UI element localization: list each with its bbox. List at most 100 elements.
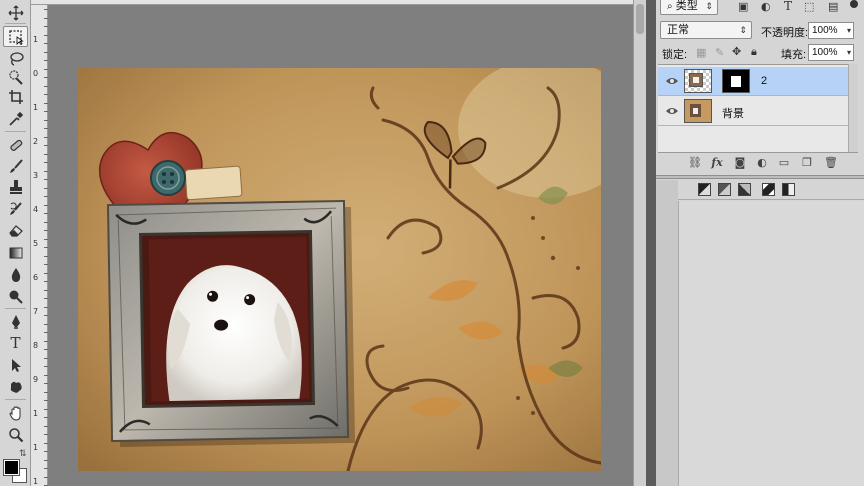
ruler-number: 2 xyxy=(33,137,39,146)
shape-filter-icon[interactable]: ⬚ xyxy=(804,0,814,13)
ruler-number: 9 xyxy=(33,375,39,384)
lock-label: 锁定: xyxy=(662,49,688,61)
fx-icon[interactable]: fx xyxy=(710,156,724,170)
quick-select-tool-icon[interactable] xyxy=(3,66,28,87)
eyedropper-tool-icon[interactable] xyxy=(3,108,28,129)
properties-panel xyxy=(678,201,864,486)
blur-tool-icon[interactable] xyxy=(3,264,28,285)
chain-link-icon[interactable] xyxy=(714,69,720,93)
eraser-tool-icon[interactable] xyxy=(3,219,28,240)
layer-thumbnail xyxy=(684,69,712,93)
chevron-down-icon: ▾ xyxy=(846,26,851,35)
lock-image-icon[interactable]: ✎ xyxy=(715,46,724,59)
gradient-tool-icon[interactable] xyxy=(3,242,28,263)
chevron-down-icon: ▾ xyxy=(846,48,851,57)
panel-divider[interactable] xyxy=(646,0,656,486)
type-tool-icon[interactable]: T xyxy=(3,332,28,353)
layer-name[interactable]: 背景 xyxy=(722,105,744,121)
exposure-icon[interactable] xyxy=(738,183,751,196)
trash-icon[interactable]: 🗑︎ xyxy=(824,156,838,170)
eye-icon[interactable] xyxy=(666,76,678,86)
hand-tool-icon[interactable] xyxy=(3,402,28,423)
eye-icon[interactable] xyxy=(666,106,678,116)
layer-thumbnail xyxy=(684,99,712,123)
healing-brush-tool-icon[interactable] xyxy=(3,134,28,155)
filter-search-icon: ⌕ xyxy=(667,1,676,12)
lock-transparent-icon[interactable]: ▦ xyxy=(696,46,706,59)
adjustment-layer-icon[interactable]: ◐ xyxy=(755,156,769,170)
vertical-ruler: 1 0 1 2 3 4 5 6 7 8 9 1 1 1 xyxy=(31,5,48,486)
layer-row-2[interactable]: 2 xyxy=(658,67,848,96)
fill-input[interactable]: 100% ▾ xyxy=(808,44,854,61)
scrapbook-artwork xyxy=(78,68,601,471)
tools-panel: T ⇅ xyxy=(0,0,31,486)
opacity-input[interactable]: 100% ▾ xyxy=(808,22,854,39)
document-canvas[interactable] xyxy=(78,68,601,471)
zoom-tool-icon[interactable] xyxy=(3,424,28,445)
opacity-label: 不透明度: xyxy=(761,27,809,39)
ruler-number: 1 xyxy=(33,477,39,486)
curves-icon[interactable] xyxy=(718,183,731,196)
panel-dock-strip xyxy=(656,180,678,486)
group-icon[interactable]: ▭ xyxy=(777,156,791,170)
foreground-color-swatch[interactable] xyxy=(3,459,20,476)
history-brush-tool-icon[interactable] xyxy=(3,198,28,219)
marquee-tool-icon[interactable] xyxy=(3,26,28,47)
ruler-number: 5 xyxy=(33,239,39,248)
scrollbar-thumb[interactable] xyxy=(636,4,644,34)
ruler-number: 3 xyxy=(33,171,39,180)
layer-mask-thumbnail[interactable] xyxy=(722,69,750,93)
vertical-scrollbar[interactable] xyxy=(633,0,646,486)
ruler-number: 6 xyxy=(33,273,39,282)
pen-tool-icon[interactable] xyxy=(3,311,28,332)
image-filter-icon[interactable]: ▣ xyxy=(738,0,748,13)
type-filter-icon[interactable]: T xyxy=(784,0,792,13)
chevron-down-icon: ⇕ xyxy=(739,25,747,35)
layers-list: 2 背景 xyxy=(658,64,858,152)
threshold-icon[interactable] xyxy=(782,183,795,196)
ruler-number: 1 xyxy=(33,443,39,452)
lock-all-icon[interactable]: 🔒︎ xyxy=(751,45,757,59)
adjustment-filter-icon[interactable]: ◐ xyxy=(761,0,771,13)
link-icon[interactable]: ⛓ xyxy=(688,156,702,170)
ruler-number: 1 xyxy=(33,409,39,418)
levels-icon[interactable] xyxy=(698,183,711,196)
path-select-tool-icon[interactable] xyxy=(3,354,28,375)
brush-tool-icon[interactable] xyxy=(3,155,28,176)
layers-panel: ⌕ 类型 ⇕ ▣ ◐ T ⬚ ▤ 正常 ⇕ 不透明度: 100% ▾ 锁定: ▦… xyxy=(656,0,864,486)
smart-object-filter-icon[interactable]: ▤ xyxy=(828,0,838,13)
layer-name[interactable]: 2 xyxy=(761,75,767,87)
crop-tool-icon[interactable] xyxy=(3,86,28,107)
panel-separator[interactable] xyxy=(656,175,864,179)
swap-colors-icon[interactable]: ⇅ xyxy=(19,448,27,459)
opacity-value: 100% xyxy=(812,25,838,36)
add-mask-icon[interactable]: ◙ xyxy=(733,156,747,170)
fill-value: 100% xyxy=(812,47,838,58)
ruler-number: 4 xyxy=(33,205,39,214)
layers-scrollbar[interactable] xyxy=(848,64,858,152)
blend-mode-select[interactable]: 正常 ⇕ xyxy=(660,21,752,39)
gradient-map-icon[interactable] xyxy=(762,183,775,196)
ruler-number: 1 xyxy=(33,103,39,112)
fill-label: 填充: xyxy=(781,49,807,61)
chevron-down-icon: ⇕ xyxy=(705,1,713,11)
ruler-number: 1 xyxy=(33,35,39,44)
shape-tool-icon[interactable] xyxy=(3,376,28,397)
ruler-number: 7 xyxy=(33,307,39,316)
ruler-number: 8 xyxy=(33,341,39,350)
move-tool-icon[interactable] xyxy=(3,2,28,23)
layer-row-background[interactable]: 背景 xyxy=(658,97,848,126)
adjustments-panel xyxy=(678,180,864,200)
fx-label: fx xyxy=(711,156,723,169)
dodge-tool-icon[interactable] xyxy=(3,286,28,307)
filter-kind-label: 类型 xyxy=(675,0,698,12)
filter-toggle-icon[interactable] xyxy=(850,0,858,8)
lock-position-icon[interactable]: ✥ xyxy=(732,45,741,58)
type-tool-glyph: T xyxy=(10,333,21,352)
layers-footer: ⛓ fx ◙ ◐ ▭ ❐ 🗑︎ xyxy=(658,152,858,174)
new-layer-icon[interactable]: ❐ xyxy=(800,156,814,170)
ruler-number: 0 xyxy=(33,69,39,78)
clone-stamp-tool-icon[interactable] xyxy=(3,176,28,197)
blend-mode-value: 正常 xyxy=(667,24,689,36)
layer-filter-select[interactable]: ⌕ 类型 ⇕ xyxy=(660,0,718,15)
